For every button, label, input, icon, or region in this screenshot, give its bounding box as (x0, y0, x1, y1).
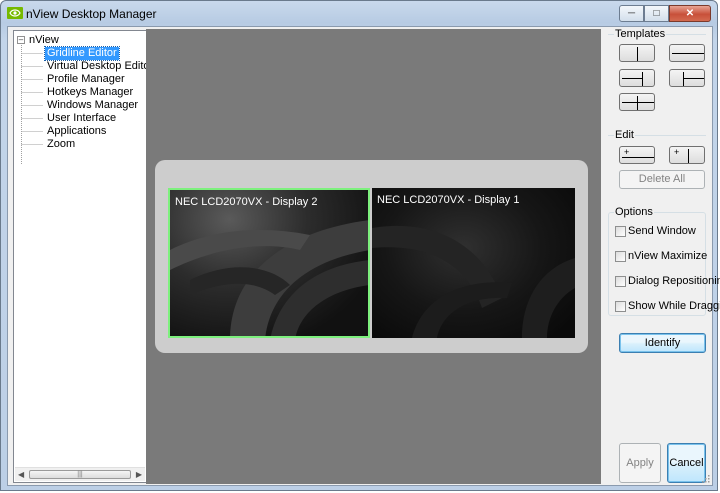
minimize-icon: ─ (627, 8, 636, 19)
add-horizontal-line-icon: + (622, 147, 654, 158)
tree-item-hotkeys-manager[interactable]: Hotkeys Manager (45, 86, 135, 99)
navigation-tree[interactable]: – nView Gridline Editor Virtual Desktop … (13, 30, 147, 483)
window-title: nView Desktop Manager (26, 7, 157, 21)
options-group-label: Options (614, 206, 654, 218)
display-1-label: NEC LCD2070VX - Display 1 (377, 194, 520, 206)
add-horizontal-line-button[interactable]: + (619, 146, 655, 164)
add-vertical-line-button[interactable]: + (669, 146, 705, 164)
maximize-button[interactable]: □ (644, 5, 669, 22)
svg-text:+: + (674, 147, 679, 157)
desktop-layout: NEC LCD2070VX - Display 2 NEC LCD2070VX … (155, 160, 588, 353)
display-2-tile[interactable]: NEC LCD2070VX - Display 2 (168, 188, 370, 338)
tree-item-windows-manager[interactable]: Windows Manager (45, 99, 140, 112)
close-button[interactable]: ✕ (669, 5, 711, 22)
template-left-tee-button[interactable] (619, 69, 655, 87)
delete-all-button[interactable]: Delete All (619, 170, 705, 189)
caption-buttons: ─ □ ✕ (619, 5, 711, 22)
tree-item-gridline-editor[interactable]: Gridline Editor (44, 46, 120, 61)
send-window-label: Send Window (628, 225, 696, 237)
app-window: nView Desktop Manager ─ □ ✕ – nView Grid… (0, 0, 720, 491)
minimize-button[interactable]: ─ (619, 5, 644, 22)
template-vertical-split-button[interactable] (619, 44, 655, 62)
right-tee-icon (683, 72, 704, 86)
checkbox-box[interactable] (615, 275, 626, 287)
nview-maximize-label: nView Maximize (628, 250, 708, 262)
template-horizontal-split-button[interactable] (669, 44, 705, 62)
tree-item-zoom[interactable]: Zoom (45, 138, 77, 151)
add-vertical-line-icon: + (674, 147, 689, 163)
maximize-icon: □ (653, 8, 660, 19)
tree-item-applications[interactable]: Applications (45, 125, 108, 138)
scroll-thumb[interactable]: ||| (29, 470, 131, 479)
template-right-tee-button[interactable] (669, 69, 705, 87)
nview-maximize-checkbox[interactable]: nView Maximize (615, 250, 707, 262)
horizontal-split-icon (672, 53, 704, 54)
settings-panel: Templates Edit + + Delete All Options Se… (605, 27, 720, 485)
display-2-wallpaper (170, 220, 368, 336)
title-bar[interactable]: nView Desktop Manager ─ □ ✕ (1, 1, 717, 27)
scroll-right-icon[interactable]: ▶ (136, 470, 142, 479)
show-while-dragging-checkbox[interactable]: Show While Dragging (615, 300, 720, 312)
apply-button[interactable]: Apply (619, 443, 661, 483)
templates-group-label: Templates (614, 28, 667, 40)
resize-grip-icon[interactable] (700, 473, 710, 483)
collapse-icon[interactable]: – (17, 36, 25, 44)
identify-button[interactable]: Identify (619, 333, 706, 353)
checkbox-box[interactable] (615, 225, 626, 237)
display-1-wallpaper (372, 225, 575, 338)
tree-item-profile-manager[interactable]: Profile Manager (45, 73, 127, 86)
close-icon: ✕ (685, 8, 695, 19)
dialog-repositioning-label: Dialog Repositioning (628, 275, 720, 287)
display-workspace: NEC LCD2070VX - Display 2 NEC LCD2070VX … (146, 29, 601, 484)
client-area: – nView Gridline Editor Virtual Desktop … (7, 26, 720, 486)
svg-text:+: + (624, 147, 629, 157)
horizontal-scrollbar[interactable]: ◀ ||| ▶ (15, 467, 145, 481)
tree-connector-lines (21, 45, 43, 164)
display-2-label: NEC LCD2070VX - Display 2 (175, 196, 318, 208)
template-cross-button[interactable] (619, 93, 655, 111)
display-1-tile[interactable]: NEC LCD2070VX - Display 1 (372, 188, 575, 338)
nvidia-logo-icon (7, 7, 23, 19)
checkbox-box[interactable] (615, 250, 626, 262)
left-tee-icon (622, 72, 643, 86)
show-while-dragging-label: Show While Dragging (628, 300, 720, 312)
edit-group-label: Edit (614, 129, 635, 141)
dialog-repositioning-checkbox[interactable]: Dialog Repositioning (615, 275, 720, 287)
scroll-left-icon[interactable]: ◀ (18, 470, 24, 479)
vertical-split-icon (637, 47, 638, 61)
checkbox-box[interactable] (615, 300, 626, 312)
tree-item-user-interface[interactable]: User Interface (45, 112, 118, 125)
cross-split-icon (622, 96, 654, 110)
send-window-checkbox[interactable]: Send Window (615, 225, 696, 237)
tree-item-virtual-desktop-editor[interactable]: Virtual Desktop Editor (45, 60, 146, 73)
